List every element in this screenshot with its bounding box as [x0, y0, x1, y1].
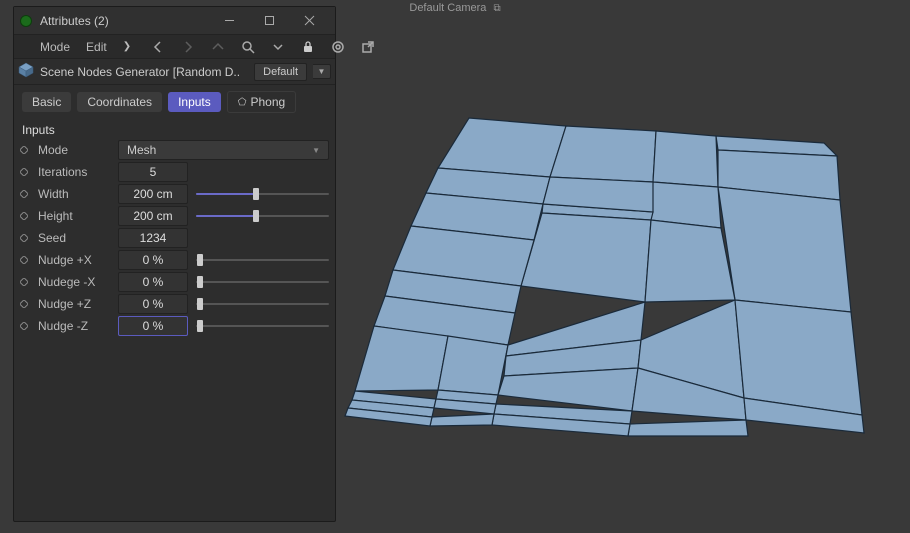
param-label: Seed	[36, 231, 114, 245]
keyframe-icon[interactable]	[16, 190, 32, 198]
tab-coordinates[interactable]: Coordinates	[77, 92, 162, 112]
height-slider[interactable]	[196, 209, 329, 223]
maximize-button[interactable]	[249, 9, 289, 33]
attributes-panel: Attributes (2) Mode Edit ❯ Scene Nodes G…	[13, 6, 336, 522]
preset-dropdown[interactable]: Default	[254, 63, 307, 81]
mode-value: Mesh	[127, 143, 156, 157]
iterations-field[interactable]: 5	[118, 162, 188, 182]
seed-field[interactable]: 1234	[118, 228, 188, 248]
keyframe-icon[interactable]	[16, 278, 32, 286]
menubar: Mode Edit ❯	[14, 35, 335, 59]
tab-phong-label: Phong	[250, 95, 285, 109]
nudge-mz-slider[interactable]	[196, 319, 329, 333]
search-icon[interactable]	[235, 38, 261, 56]
nudge-mz-field[interactable]: 0 %	[118, 316, 188, 336]
height-field[interactable]: 200 cm	[118, 206, 188, 226]
param-nudge-pz: Nudge +Z 0 %	[14, 293, 335, 315]
nav-forward-icon[interactable]	[175, 38, 201, 56]
param-label: Nudege -X	[36, 275, 114, 289]
param-nudge-mz: Nudge -Z 0 %	[14, 315, 335, 337]
titlebar[interactable]: Attributes (2)	[14, 7, 335, 35]
keyframe-icon[interactable]	[16, 256, 32, 264]
param-iterations: Iterations 5	[14, 161, 335, 183]
menu-edit[interactable]: Edit	[80, 38, 113, 56]
keyframe-icon[interactable]	[16, 234, 32, 242]
tabs: Basic Coordinates Inputs ⬠ Phong	[14, 85, 335, 119]
nudge-pz-slider[interactable]	[196, 297, 329, 311]
viewport[interactable]	[338, 0, 910, 528]
param-label: Mode	[36, 143, 114, 157]
nudge-mx-field[interactable]: 0 %	[118, 272, 188, 292]
menu-mode[interactable]: Mode	[34, 38, 76, 56]
param-label: Nudge +X	[36, 253, 114, 267]
hamburger-icon[interactable]	[18, 45, 30, 49]
param-nudge-mx: Nudege -X 0 %	[14, 271, 335, 293]
lock-icon[interactable]	[295, 38, 321, 56]
panel-title: Attributes (2)	[40, 14, 209, 28]
tab-inputs[interactable]: Inputs	[168, 92, 221, 112]
param-label: Width	[36, 187, 114, 201]
keyframe-icon[interactable]	[16, 322, 32, 330]
keyframe-icon[interactable]	[16, 300, 32, 308]
param-label: Nudge -Z	[36, 319, 114, 333]
chevron-right-icon[interactable]: ❯	[117, 39, 137, 54]
tab-basic[interactable]: Basic	[22, 92, 71, 112]
section-title: Inputs	[14, 119, 335, 139]
param-height: Height 200 cm	[14, 205, 335, 227]
chevron-down-icon[interactable]	[265, 38, 291, 56]
nudge-px-slider[interactable]	[196, 253, 329, 267]
param-nudge-px: Nudge +X 0 %	[14, 249, 335, 271]
param-label: Iterations	[36, 165, 114, 179]
app-indicator-icon	[20, 15, 32, 27]
chevron-down-icon: ▼	[312, 146, 320, 155]
mode-dropdown[interactable]: Mesh ▼	[118, 140, 329, 160]
preset-chevron-icon[interactable]: ▼	[313, 64, 331, 79]
param-label: Height	[36, 209, 114, 223]
tab-phong[interactable]: ⬠ Phong	[227, 91, 296, 113]
node-row: Scene Nodes Generator [Random D.. Defaul…	[14, 59, 335, 85]
nudge-px-field[interactable]: 0 %	[118, 250, 188, 270]
width-field[interactable]: 200 cm	[118, 184, 188, 204]
param-label: Nudge +Z	[36, 297, 114, 311]
param-mode: Mode Mesh ▼	[14, 139, 335, 161]
close-button[interactable]	[289, 9, 329, 33]
nudge-pz-field[interactable]: 0 %	[118, 294, 188, 314]
params: Mode Mesh ▼ Iterations 5 Width 200 cm He…	[14, 139, 335, 337]
nudge-mx-slider[interactable]	[196, 275, 329, 289]
cube-icon	[18, 62, 34, 81]
shape-icon: ⬠	[238, 97, 247, 108]
keyframe-icon[interactable]	[16, 212, 32, 220]
param-width: Width 200 cm	[14, 183, 335, 205]
node-label[interactable]: Scene Nodes Generator [Random D..	[40, 65, 248, 79]
nav-back-icon[interactable]	[145, 38, 171, 56]
nav-up-icon[interactable]	[205, 38, 231, 56]
param-seed: Seed 1234	[14, 227, 335, 249]
width-slider[interactable]	[196, 187, 329, 201]
keyframe-icon[interactable]	[16, 168, 32, 176]
minimize-button[interactable]	[209, 9, 249, 33]
target-icon[interactable]	[325, 38, 351, 56]
keyframe-icon[interactable]	[16, 146, 32, 154]
popout-icon[interactable]	[355, 38, 381, 56]
